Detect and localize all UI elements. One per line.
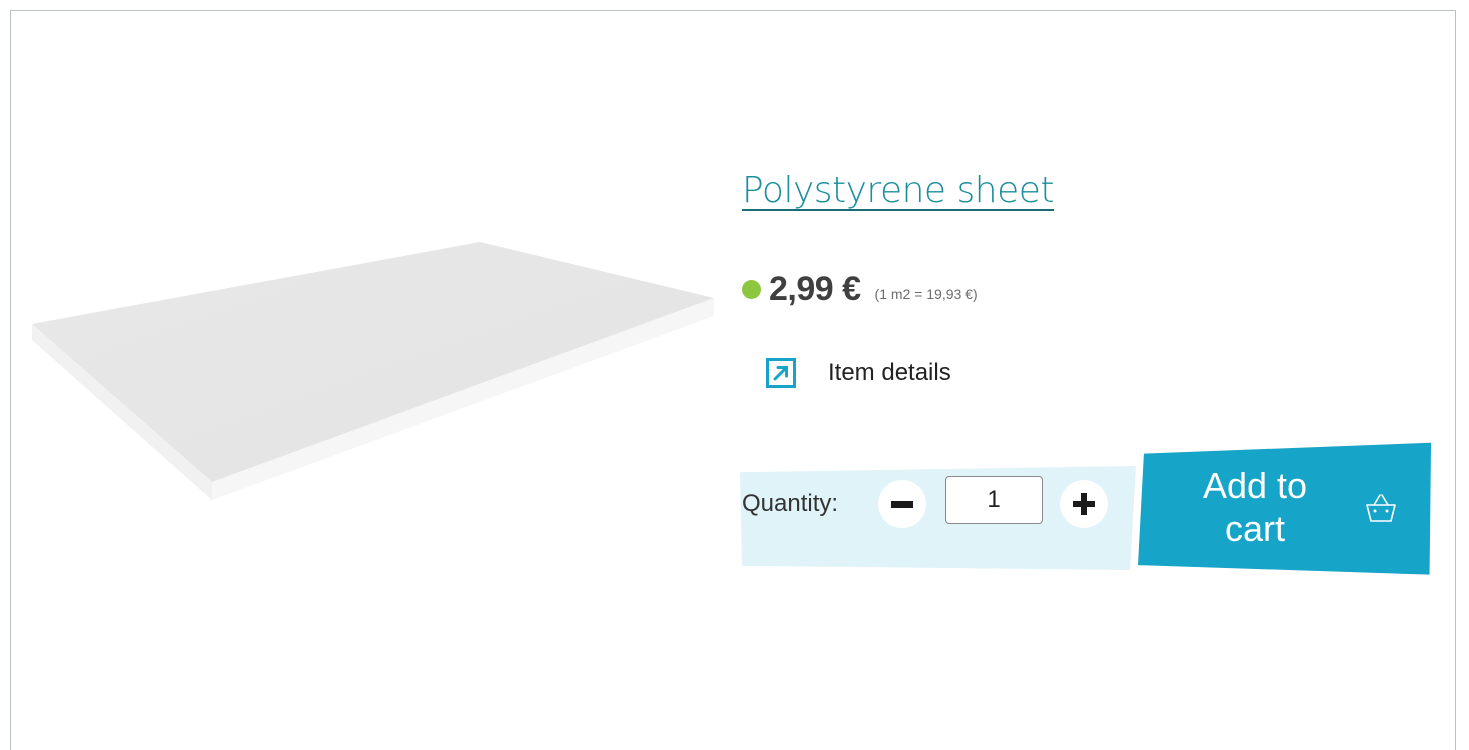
stock-status-indicator — [742, 279, 761, 299]
quantity-label: Quantity: — [742, 490, 839, 517]
basket-icon — [1366, 494, 1396, 522]
unit-price: (1 m2 = 19,93 €) — [874, 286, 978, 302]
product-title-link[interactable]: Polystyrene sheet — [742, 170, 1054, 211]
increase-quantity-button[interactable] — [1060, 480, 1108, 528]
decrease-quantity-button[interactable] — [878, 480, 926, 528]
plus-icon — [1073, 493, 1095, 515]
add-to-cart-label: Add to cart — [1202, 465, 1308, 549]
product-image[interactable] — [22, 228, 722, 518]
product-price: 2,99 € — [769, 269, 861, 308]
item-details-link[interactable]: Item details — [766, 358, 951, 388]
minus-icon — [891, 501, 913, 508]
add-to-cart-button[interactable]: Add to cart — [1138, 442, 1432, 575]
price-row: 2,99 € (1 m2 = 19,93 €) — [742, 266, 978, 312]
arrow-up-right-icon — [766, 358, 796, 388]
item-details-label: Item details — [828, 359, 951, 386]
quantity-input[interactable] — [945, 476, 1043, 524]
